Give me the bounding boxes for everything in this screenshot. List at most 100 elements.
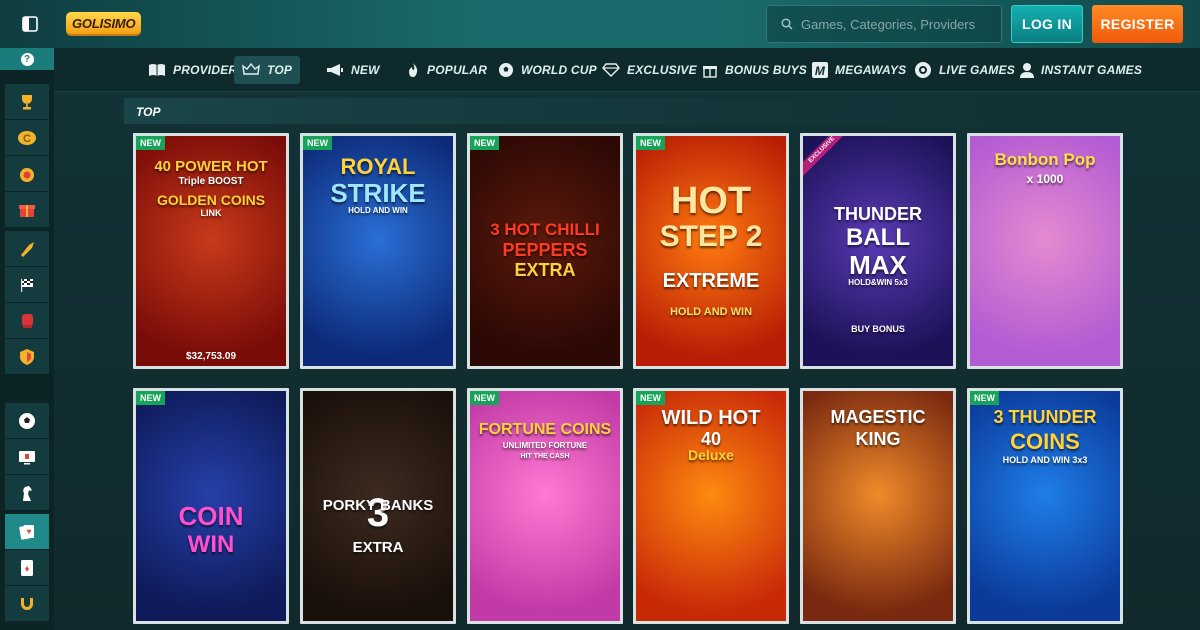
trophy-icon (22, 94, 32, 109)
svg-text:♦: ♦ (25, 563, 30, 573)
game-card[interactable]: EXCLUSIVE THUNDER BALL MAX HOLD&WIN 5x3 BUY B… (800, 133, 956, 369)
rail-item-boxing[interactable] (5, 303, 49, 339)
nav-megaways[interactable]: M MEGAWAYS (804, 56, 914, 84)
megaphone-icon (327, 64, 343, 76)
game-title-title: FORTUNE COINS (478, 421, 612, 438)
horseshoe-icon (21, 597, 33, 610)
new-badge: NEW (970, 391, 999, 405)
sidebar-toggle-icon[interactable] (20, 14, 40, 34)
rail-group-4: ♥ ♦ (5, 514, 49, 622)
game-card[interactable]: NEW FORTUNE COINS UNLIMITED FORTUNE HIT THE… (467, 388, 623, 624)
rail-item-coin[interactable]: C (5, 120, 49, 156)
gift-icon (703, 66, 717, 78)
game-title-line3: GOLDEN COINS (156, 192, 266, 208)
rail-group-3 (5, 403, 49, 511)
new-badge: NEW (636, 391, 665, 405)
game-title-title: 3 HOT CHILLI (490, 220, 600, 239)
game-title-title: COIN (178, 501, 244, 531)
trumpet-icon (21, 241, 34, 257)
nav-new[interactable]: NEW (318, 56, 388, 84)
rail-item-horseshoe[interactable] (5, 586, 49, 622)
nav-world-cup[interactable]: WORLD CUP (490, 56, 605, 84)
game-title-line3: EXTREME (662, 270, 760, 292)
nav-bonus-buys[interactable]: BONUS BUYS (694, 56, 815, 84)
search-icon (781, 18, 793, 30)
rail-item-soccer[interactable] (5, 403, 49, 439)
game-card[interactable]: Bonbon Pop x 1000 (967, 133, 1123, 369)
main-content: TOP NEW 40 POWER HOT Triple BOOST GOLDEN CO… (54, 92, 1200, 630)
soccer-ball-icon (19, 412, 35, 429)
live-chip-icon (915, 62, 931, 78)
new-badge: NEW (303, 136, 332, 150)
game-card[interactable]: MAGESTIC KING (800, 388, 956, 624)
diamond-icon (602, 63, 620, 77)
rail-item-cards[interactable]: ♥ (5, 514, 49, 550)
rail-item-flags[interactable] (5, 267, 49, 303)
game-title-title: HOT (670, 180, 752, 222)
megaways-m-icon: M (812, 62, 828, 78)
game-title-subtitle: Triple BOOST (178, 176, 244, 187)
game-card[interactable]: NEW ROYAL STRIKE HOLD AND WIN (300, 133, 456, 369)
game-title-line3: HOLD AND WIN (348, 206, 408, 215)
section-title: TOP (124, 98, 1124, 124)
help-icon: ? (20, 52, 34, 66)
boxing-glove-icon (22, 313, 33, 328)
search-box[interactable] (766, 5, 1002, 43)
game-title-subtitle: x 1000 (1026, 172, 1064, 186)
medal-icon (20, 167, 34, 182)
rail-group-1: C (5, 84, 49, 228)
nav-popular[interactable]: POPULAR (398, 56, 495, 84)
search-input[interactable] (801, 16, 991, 32)
rail-item-screen[interactable] (5, 439, 49, 475)
game-card[interactable]: NEW 3 HOT CHILLI PEPPERS EXTRA (467, 133, 623, 369)
game-card[interactable]: NEW 3 THUNDER COINS HOLD AND WIN 3x3 (967, 388, 1123, 624)
register-button[interactable]: REGISTER (1092, 5, 1183, 43)
nav-live-games[interactable]: LIVE GAMES (906, 56, 1023, 84)
game-thumbnail (970, 136, 1120, 366)
svg-text:C: C (23, 133, 31, 145)
rail-item-trophy[interactable] (5, 84, 49, 120)
new-badge: NEW (470, 136, 499, 150)
flags-icon (21, 278, 33, 292)
rail-item-medal[interactable] (5, 156, 49, 192)
game-title-title: 40 POWER HOT (154, 158, 268, 175)
gift-icon (19, 204, 35, 217)
nav-top[interactable]: TOP (234, 56, 301, 84)
game-card[interactable]: NEW 40 POWER HOT Triple BOOST GOLDEN COINS L… (133, 133, 289, 369)
game-title-title: Bonbon Pop (994, 150, 1096, 169)
exclusive-badge: EXCLUSIVE (803, 136, 853, 186)
game-title-subtitle: PORKY BANKS (322, 497, 434, 514)
game-title-subtitle: STRIKE (330, 178, 426, 208)
new-badge: NEW (136, 391, 165, 405)
help-button[interactable]: ? (0, 48, 54, 70)
login-button[interactable]: LOG IN (1011, 5, 1083, 43)
logo[interactable]: GOLISIMO (66, 12, 142, 36)
new-badge: NEW (636, 136, 665, 150)
game-title-subtitle: STEP 2 (659, 220, 763, 253)
game-title-line3: MAX (849, 250, 907, 280)
game-title-title: 3 THUNDER (993, 407, 1097, 427)
coin-c-icon: C (18, 130, 36, 145)
rail-item-playing-card[interactable]: ♦ (5, 550, 49, 586)
game-card[interactable]: NEW COIN WIN (133, 388, 289, 624)
nav-exclusive[interactable]: EXCLUSIVE (594, 56, 705, 84)
jackpot-amount: $32,753.09 (185, 351, 237, 362)
rail-item-gift[interactable] (5, 192, 49, 228)
game-card[interactable]: NEW HOT STEP 2 EXTREME HOLD AND WIN (633, 133, 789, 369)
game-title-line3: EXTRA (514, 260, 576, 280)
game-card[interactable]: 3 PORKY BANKS EXTRA (300, 388, 456, 624)
cards-icon: ♥ (19, 524, 34, 540)
left-rail: ? C ♥ ♦ (0, 48, 54, 630)
rail-item-trumpet[interactable] (5, 231, 49, 267)
game-title-title: ROYAL (340, 154, 416, 179)
game-title-line4: LINK (200, 208, 222, 218)
nav-instant-games[interactable]: INSTANT GAMES (1012, 56, 1150, 84)
rail-item-shield[interactable] (5, 339, 49, 375)
game-title-line3: Deluxe (688, 447, 734, 463)
rail-item-horse[interactable] (5, 475, 49, 511)
game-card[interactable]: NEW WILD HOT 40 Deluxe (633, 388, 789, 624)
game-title-subtitle: BALL (846, 224, 910, 251)
horse-icon (23, 485, 32, 501)
game-title-subtitle: UNLIMITED FORTUNE (502, 441, 588, 450)
game-title-title: WILD HOT (661, 407, 761, 429)
